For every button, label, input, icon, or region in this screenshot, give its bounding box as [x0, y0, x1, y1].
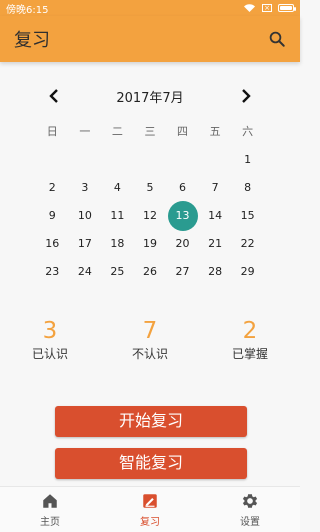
chevron-right-icon	[242, 89, 251, 103]
calendar-empty-cell	[134, 146, 167, 174]
calendar-day[interactable]: 20	[166, 230, 199, 258]
mastered-label: 已掌握	[231, 347, 268, 361]
home-icon	[43, 493, 57, 508]
unknown-count: 7	[142, 318, 158, 344]
status-time: 傍晚6:15	[6, 4, 49, 16]
calendar-grid: 日 一 二 三 四 五 六 1 2 3 4 5 6 7 8 9 10 11 12…	[36, 118, 264, 286]
smart-review-button[interactable]: 智能复习	[55, 448, 247, 479]
chevron-left-icon	[49, 89, 58, 103]
calendar-day[interactable]: 2	[36, 174, 69, 202]
calendar-day[interactable]: 8	[231, 174, 264, 202]
app-bar: 复习	[0, 16, 300, 62]
calendar-empty-cell	[166, 146, 199, 174]
nav-settings-label: 设置	[240, 516, 260, 528]
known-label: 已认识	[31, 347, 68, 361]
calendar-day[interactable]: 28	[199, 258, 232, 286]
calendar-empty-cell	[69, 146, 102, 174]
calendar-day[interactable]: 18	[101, 230, 134, 258]
start-review-button[interactable]: 开始复习	[55, 406, 247, 437]
calendar-day[interactable]: 6	[166, 174, 199, 202]
weekday-label: 六	[242, 125, 254, 138]
review-stats: 3 已认识 7 不认识 2 已掌握	[0, 317, 300, 369]
weekday-label: 四	[177, 125, 189, 138]
calendar-day[interactable]: 15	[231, 202, 264, 230]
calendar-day[interactable]: 1	[231, 146, 264, 174]
sim-icon: ×	[262, 4, 272, 12]
unknown-stat: 7 不认识	[100, 317, 200, 369]
status-bar: 傍晚6:15 ×	[0, 0, 300, 16]
weekday-label: 日	[46, 125, 58, 138]
mastered-stat: 2 已掌握	[200, 317, 300, 369]
calendar-header: 2017年7月	[0, 84, 300, 108]
previous-month-button[interactable]	[46, 88, 62, 104]
weekday-label: 三	[144, 125, 156, 138]
calendar-day[interactable]: 5	[134, 174, 167, 202]
calendar-day[interactable]: 23	[36, 258, 69, 286]
calendar-day[interactable]: 3	[69, 174, 102, 202]
settings-icon	[242, 493, 258, 508]
nav-home-label: 主页	[40, 516, 60, 528]
calendar-day[interactable]: 12	[134, 202, 167, 230]
nav-review[interactable]: 复习	[100, 487, 200, 532]
status-icons: ×	[243, 3, 296, 13]
calendar-day[interactable]: 21	[199, 230, 232, 258]
calendar-day[interactable]: 27	[166, 258, 199, 286]
weekday-label: 二	[111, 125, 123, 138]
next-month-button[interactable]	[238, 88, 254, 104]
calendar-day[interactable]: 14	[199, 202, 232, 230]
weekday-label: 一	[79, 125, 91, 138]
calendar-day[interactable]: 22	[231, 230, 264, 258]
calendar-day[interactable]: 16	[36, 230, 69, 258]
mastered-count: 2	[242, 318, 258, 344]
nav-review-label: 复习	[140, 516, 160, 528]
selected-day-label: 13	[167, 201, 198, 231]
calendar-day[interactable]: 17	[69, 230, 102, 258]
calendar-day[interactable]: 24	[69, 258, 102, 286]
bottom-navigation: 主页 复习 设置	[0, 486, 300, 532]
battery-icon	[278, 4, 296, 12]
calendar-day[interactable]: 29	[231, 258, 264, 286]
unknown-label: 不认识	[131, 347, 168, 361]
calendar-empty-cell	[101, 146, 134, 174]
review-icon	[143, 493, 157, 508]
page-title: 复习	[14, 30, 50, 51]
search-icon[interactable]	[268, 30, 286, 48]
calendar-day[interactable]: 9	[36, 202, 69, 230]
calendar-day[interactable]: 10	[69, 202, 102, 230]
month-title: 2017年7月	[116, 90, 184, 106]
nav-home[interactable]: 主页	[0, 487, 100, 532]
calendar-day[interactable]: 11	[101, 202, 134, 230]
nav-settings[interactable]: 设置	[200, 487, 300, 532]
wifi-icon	[244, 3, 255, 12]
calendar-day[interactable]: 7	[199, 174, 232, 202]
calendar-day[interactable]: 4	[101, 174, 134, 202]
calendar-empty-cell	[199, 146, 232, 174]
known-count: 3	[42, 318, 58, 344]
calendar-day[interactable]: 19	[134, 230, 167, 258]
calendar-empty-cell	[36, 146, 69, 174]
known-stat: 3 已认识	[0, 317, 100, 369]
calendar-day[interactable]: 25	[101, 258, 134, 286]
selected-calendar-day[interactable]: 13	[166, 201, 199, 231]
calendar-day[interactable]: 26	[134, 258, 167, 286]
weekday-label: 五	[209, 125, 221, 138]
